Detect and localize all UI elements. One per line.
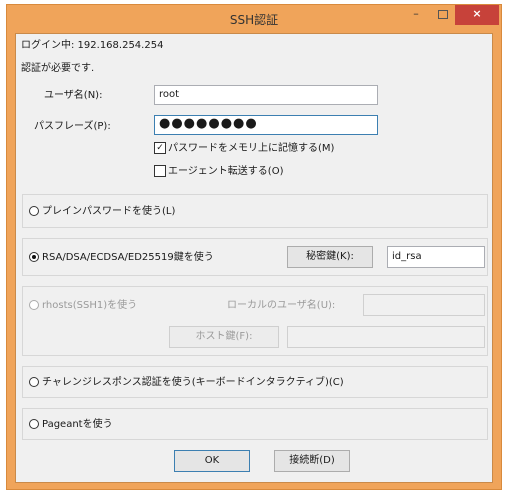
username-input[interactable]: root — [154, 85, 378, 105]
disconnect-button[interactable]: 接続断(D) — [274, 450, 350, 472]
agent-forwarding-label: エージェント転送する(O) — [168, 166, 284, 177]
pageant-group: Pageantを使う — [22, 408, 488, 440]
passphrase-dots: ●●●●●●●● — [159, 116, 258, 131]
remember-password-label: パスワードをメモリ上に記憶する(M) — [168, 143, 335, 154]
host-key-button[interactable]: ホスト鍵(F): — [169, 326, 279, 348]
radio-disabled-icon — [29, 300, 39, 310]
host-key-input[interactable] — [287, 326, 485, 348]
passphrase-label: パスフレーズ(P): — [34, 121, 111, 132]
radio-off-icon — [29, 419, 39, 429]
radio-off-icon — [29, 377, 39, 387]
radio-off-icon — [29, 206, 39, 216]
username-value: root — [159, 89, 180, 100]
challenge-response-radio[interactable]: チャレンジレスポンス認証を使う(キーボードインタラクティブ)(C) — [29, 377, 344, 389]
challenge-response-group: チャレンジレスポンス認証を使う(キーボードインタラクティブ)(C) — [22, 366, 488, 398]
rsa-key-label: RSA/DSA/ECDSA/ED25519鍵を使う — [42, 252, 214, 263]
remember-password-checkbox[interactable]: ✓ パスワードをメモリ上に記憶する(M) — [154, 142, 334, 155]
radio-on-icon — [29, 252, 39, 262]
plain-password-label: プレインパスワードを使う(L) — [42, 206, 176, 217]
passphrase-input[interactable]: ●●●●●●●● — [154, 115, 378, 135]
agent-forwarding-checkbox[interactable]: エージェント転送する(O) — [154, 165, 283, 178]
username-label: ユーザ名(N): — [44, 90, 103, 101]
rhosts-radio[interactable]: rhosts(SSH1)を使う — [29, 300, 137, 312]
close-icon: × — [472, 7, 482, 20]
ok-button[interactable]: OK — [174, 450, 250, 472]
dialog-window: SSH認証 – × ログイン中: 192.168.254.254 認証が必要です… — [6, 4, 502, 490]
private-key-file-value: id_rsa — [392, 251, 422, 262]
checkbox-checked-icon: ✓ — [154, 142, 166, 154]
auth-required-text: 認証が必要です. — [21, 63, 95, 74]
pageant-radio[interactable]: Pageantを使う — [29, 419, 113, 431]
local-username-label: ローカルのユーザ名(U): — [227, 300, 336, 311]
private-key-button[interactable]: 秘密鍵(K): — [287, 246, 373, 268]
plain-password-radio[interactable]: プレインパスワードを使う(L) — [29, 206, 175, 218]
local-username-input[interactable] — [363, 294, 485, 316]
close-button[interactable]: × — [455, 5, 499, 25]
title-bar[interactable]: SSH認証 – × — [7, 5, 501, 33]
rhosts-group: rhosts(SSH1)を使う ローカルのユーザ名(U): ホスト鍵(F): — [22, 286, 488, 356]
minimize-button[interactable]: – — [403, 5, 429, 25]
rhosts-label: rhosts(SSH1)を使う — [42, 300, 138, 311]
rsa-key-radio[interactable]: RSA/DSA/ECDSA/ED25519鍵を使う — [29, 252, 214, 264]
rsa-key-group: RSA/DSA/ECDSA/ED25519鍵を使う 秘密鍵(K): id_rsa — [22, 238, 488, 276]
minimize-icon: – — [413, 7, 419, 20]
plain-password-group: プレインパスワードを使う(L) — [22, 194, 488, 228]
checkbox-unchecked-icon — [154, 165, 166, 177]
challenge-response-label: チャレンジレスポンス認証を使う(キーボードインタラクティブ)(C) — [42, 377, 344, 388]
private-key-file-input[interactable]: id_rsa — [387, 246, 485, 268]
maximize-icon — [438, 9, 448, 19]
maximize-button[interactable] — [431, 5, 455, 25]
dialog-body: ログイン中: 192.168.254.254 認証が必要です. ユーザ名(N):… — [15, 33, 493, 483]
login-status-text: ログイン中: 192.168.254.254 — [21, 40, 164, 51]
pageant-label: Pageantを使う — [42, 419, 113, 430]
